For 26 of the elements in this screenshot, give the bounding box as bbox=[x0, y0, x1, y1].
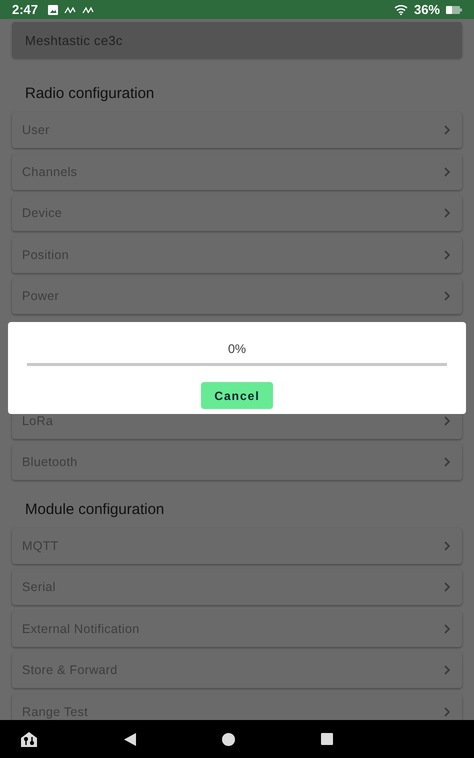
cancel-button[interactable]: Cancel bbox=[201, 382, 273, 409]
chevron-right-icon bbox=[444, 582, 450, 592]
progress-percent: 0% bbox=[228, 342, 246, 356]
home-icon[interactable] bbox=[222, 732, 235, 746]
wave-icon bbox=[82, 6, 94, 14]
house-icon[interactable] bbox=[20, 731, 38, 747]
chevron-right-icon bbox=[444, 706, 450, 716]
chevron-right-icon bbox=[444, 291, 450, 301]
chevron-right-icon bbox=[444, 540, 450, 550]
chevron-right-icon bbox=[444, 125, 450, 135]
back-icon[interactable] bbox=[124, 732, 136, 746]
chevron-right-icon bbox=[444, 457, 450, 467]
chevron-right-icon bbox=[444, 208, 450, 218]
section-heading: Module configuration bbox=[24, 500, 166, 520]
image-icon bbox=[48, 4, 58, 14]
chevron-right-icon bbox=[444, 250, 450, 260]
section-heading: Radio configuration bbox=[24, 84, 156, 104]
wifi-icon bbox=[394, 4, 408, 15]
wave-icon bbox=[64, 6, 76, 14]
chevron-right-icon bbox=[444, 416, 450, 426]
battery-icon bbox=[446, 6, 462, 14]
chevron-right-icon bbox=[444, 166, 450, 176]
chevron-right-icon bbox=[444, 665, 450, 675]
battery-percent: 36% bbox=[414, 2, 440, 17]
chevron-right-icon bbox=[444, 624, 450, 634]
clock-time: 2:47 bbox=[12, 2, 38, 17]
